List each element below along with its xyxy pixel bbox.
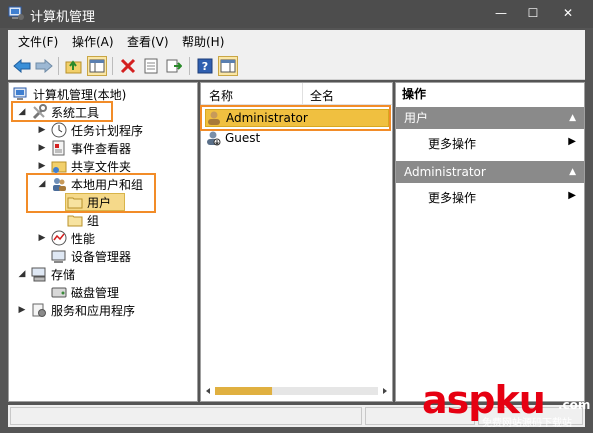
user-disabled-icon [207, 131, 221, 146]
delete-icon[interactable] [118, 56, 138, 76]
expand-arrow-icon[interactable]: ▶ [37, 143, 47, 153]
action-section-title: 用户 [404, 111, 429, 125]
tree-item-disk-management[interactable]: 磁盘管理 [51, 283, 119, 301]
toolbar-separator [58, 57, 59, 75]
tree-label-root: 计算机管理(本地) [33, 87, 127, 102]
folder-icon [67, 215, 83, 227]
column-header-fullname[interactable]: 全名 [310, 87, 334, 104]
status-segment [10, 407, 362, 425]
watermark-tagline: 免费网站源码下载站 [482, 418, 572, 429]
performance-icon [51, 230, 67, 246]
more-actions-administrator[interactable]: 更多操作 [428, 189, 476, 206]
up-folder-icon[interactable] [64, 56, 84, 76]
tree-label-shared-folders: 共享文件夹 [71, 159, 132, 174]
action-pane-icon[interactable] [218, 56, 238, 76]
back-icon[interactable] [12, 56, 32, 76]
highlight-box-administrator [200, 105, 391, 131]
expand-arrow-icon[interactable]: ▶ [37, 125, 47, 135]
tree-item-device-manager[interactable]: 设备管理器 [51, 247, 131, 265]
computer-management-window: 计算机管理 — ☐ ✕ 文件(F) 操作(A) 查看(V) 帮助(H) ? 计算… [0, 0, 593, 433]
expand-arrow-icon[interactable]: ▶ [17, 305, 27, 315]
tree-label-services-apps: 服务和应用程序 [51, 303, 136, 318]
column-header-name[interactable]: 名称 [209, 87, 233, 104]
collapse-caret-icon[interactable]: ▲ [569, 107, 576, 129]
forward-icon[interactable] [34, 56, 54, 76]
toolbar-separator [112, 57, 113, 75]
shared-folder-icon [51, 161, 67, 173]
close-button[interactable]: ✕ [556, 2, 580, 24]
user-list-pane: 名称 全名 Administrator Guest [200, 82, 393, 402]
device-manager-icon [51, 250, 66, 263]
tree-item-task-scheduler[interactable]: ▶ 任务计划程序 [37, 121, 143, 139]
scroll-thumb[interactable] [215, 387, 273, 395]
computer-management-icon [8, 6, 24, 20]
help-icon[interactable]: ? [195, 56, 215, 76]
tree-item-performance[interactable]: ▶ 性能 [37, 229, 95, 247]
user-name: Guest [225, 131, 261, 145]
watermark-tld: .com [558, 398, 591, 412]
list-header: 名称 全名 [201, 83, 392, 105]
collapse-arrow-icon[interactable]: ◢ [17, 269, 27, 279]
title-bar[interactable]: 计算机管理 — ☐ ✕ [0, 0, 593, 28]
action-section-title: Administrator [404, 165, 486, 179]
maximize-button[interactable]: ☐ [521, 2, 545, 24]
scroll-right-icon[interactable] [383, 388, 387, 394]
tree-label-groups: 组 [87, 213, 100, 228]
navigation-tree: 计算机管理(本地) ◢ 系统工具 ▶ 任务计划程序 ▶ 事件查看器 ▶ 共享文件… [8, 82, 198, 402]
tree-label-event-viewer: 事件查看器 [71, 141, 132, 156]
submenu-arrow-icon[interactable]: ▶ [568, 136, 576, 147]
storage-icon [31, 267, 46, 282]
window-title: 计算机管理 [30, 10, 96, 25]
show-tree-icon[interactable] [87, 56, 107, 76]
export-icon[interactable] [164, 56, 184, 76]
menu-action[interactable]: 操作(A) [72, 33, 114, 50]
tree-item-groups[interactable]: 组 [67, 211, 99, 229]
menu-help[interactable]: 帮助(H) [182, 33, 224, 50]
services-icon [32, 303, 46, 317]
menu-file[interactable]: 文件(F) [18, 33, 58, 50]
submenu-arrow-icon[interactable]: ▶ [568, 190, 576, 201]
column-separator[interactable] [302, 83, 303, 105]
tree-label-disk-management: 磁盘管理 [71, 285, 120, 300]
watermark-logo: aspku .com 免费网站源码下载站 [422, 378, 590, 430]
tree-label-performance: 性能 [71, 231, 96, 246]
properties-icon[interactable] [141, 56, 161, 76]
disk-icon [51, 287, 67, 298]
toolbar: ? [8, 52, 585, 80]
horizontal-scrollbar[interactable] [205, 385, 388, 397]
action-section-users[interactable]: 用户 ▲ [396, 107, 584, 129]
tree-item-event-viewer[interactable]: ▶ 事件查看器 [37, 139, 131, 157]
expand-arrow-icon[interactable]: ▶ [37, 233, 47, 243]
menu-view[interactable]: 查看(V) [127, 33, 169, 50]
tree-label-storage: 存储 [51, 267, 76, 282]
actions-header: 操作 [402, 87, 427, 101]
tree-item-services-apps[interactable]: ▶ 服务和应用程序 [17, 301, 135, 319]
list-row-guest[interactable]: Guest [205, 129, 260, 147]
minimize-button[interactable]: — [489, 2, 513, 24]
actions-pane: 操作 用户 ▲ 更多操作 ▶ Administrator ▲ 更多操作 ▶ [395, 82, 585, 402]
scroll-left-icon[interactable] [206, 388, 210, 394]
collapse-caret-icon[interactable]: ▲ [569, 161, 576, 183]
tree-label-device-manager: 设备管理器 [71, 249, 132, 264]
event-viewer-icon [52, 140, 65, 156]
clock-icon [51, 122, 67, 138]
more-actions-users[interactable]: 更多操作 [428, 135, 476, 152]
menu-bar: 文件(F) 操作(A) 查看(V) 帮助(H) [8, 30, 585, 52]
svg-text:?: ? [202, 60, 208, 73]
highlight-box-local-users [26, 173, 156, 213]
toolbar-separator [189, 57, 190, 75]
tree-label-task-scheduler: 任务计划程序 [71, 123, 144, 138]
action-section-administrator[interactable]: Administrator ▲ [396, 161, 584, 183]
computer-management-icon [13, 87, 27, 100]
tree-item-storage[interactable]: ◢ 存储 [17, 265, 75, 283]
highlight-box-system-tools [11, 101, 113, 122]
expand-arrow-icon[interactable]: ▶ [37, 161, 47, 171]
